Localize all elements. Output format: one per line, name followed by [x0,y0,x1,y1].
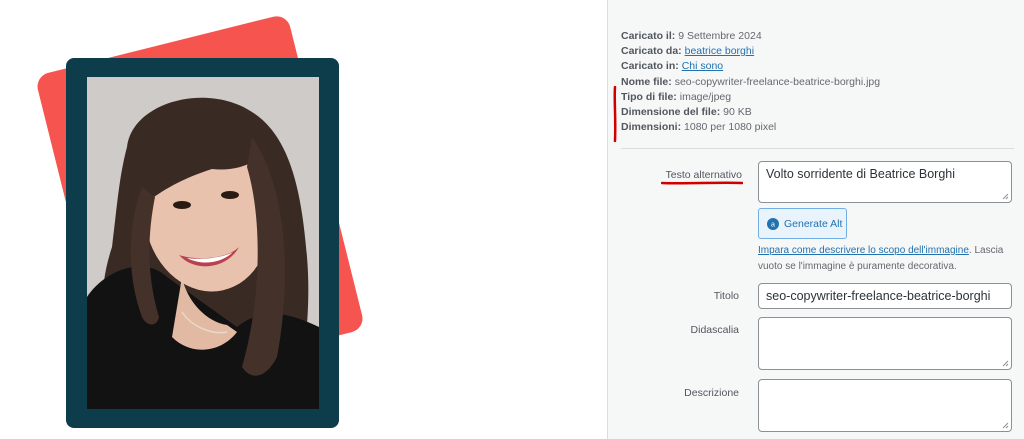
generate-alt-button[interactable]: a Generate Alt [758,208,847,239]
ai-badge-icon: a [767,217,779,230]
file-size-value: 90 KB [723,106,752,119]
alt-help-link[interactable]: Impara come descrivere lo scopo dell'imm… [758,245,969,256]
uploaded-to-label: Caricato in: [621,60,679,73]
annotation-underline [661,181,743,185]
file-type-value: image/jpeg [679,90,732,103]
title-label: Titolo [713,290,739,302]
alt-text-input[interactable]: Volto sorridente di Beatrice Borghi [758,161,1012,203]
attachment-details-panel: Caricato il: 9 Settembre 2024 Caricato d… [607,0,1024,439]
dimensions-label: Dimensioni: [621,121,682,134]
uploaded-on-row: Caricato il: 9 Settembre 2024 [621,29,880,44]
uploaded-to-link[interactable]: Chi sono [682,60,723,72]
title-input[interactable]: seo-copywriter-freelance-beatrice-borghi [758,283,1012,309]
dimensions-row: Dimensioni: 1080 per 1080 pixel [621,120,880,135]
description-label: Descrizione [684,387,739,399]
resize-grip-icon[interactable] [1002,422,1009,429]
file-type-row: Tipo di file: image/jpeg [621,90,880,105]
uploaded-to-row: Caricato in: Chi sono [621,59,880,74]
alt-help-text: Impara come descrivere lo scopo dell'imm… [758,243,1016,274]
uploaded-on-value: 9 Settembre 2024 [678,30,762,42]
file-size-row: Dimensione del file: 90 KB [621,105,880,120]
uploaded-by-row: Caricato da: beatrice borghi [621,44,880,59]
annotation-bracket [613,86,617,142]
image-preview-area [0,0,607,439]
dimensions-value: 1080 per 1080 pixel [684,121,777,134]
file-size-label: Dimensione del file: [621,106,721,119]
uploaded-on-label: Caricato il: [621,30,676,42]
file-meta: Caricato il: 9 Settembre 2024 Caricato d… [621,29,880,135]
alt-text-value: Volto sorridente di Beatrice Borghi [766,167,955,181]
file-name-label: Nome file: [621,75,672,88]
caption-label: Didascalia [690,324,739,336]
svg-text:a: a [771,221,775,228]
file-type-label: Tipo di file: [621,90,677,103]
attachment-photo [87,77,319,409]
caption-textarea[interactable] [758,317,1012,370]
portrait-illustration [87,77,319,409]
file-name-value: seo-copywriter-freelance-beatrice-borghi… [674,75,881,88]
title-value: seo-copywriter-freelance-beatrice-borghi [766,289,991,303]
file-name-row: Nome file: seo-copywriter-freelance-beat… [621,75,880,90]
alt-text-label: Testo alternativo [665,169,742,181]
uploaded-by-link[interactable]: beatrice borghi [685,45,754,57]
resize-grip-icon[interactable] [1002,193,1009,200]
section-divider [621,148,1014,149]
resize-grip-icon[interactable] [1002,360,1009,367]
generate-alt-label: Generate Alt [784,217,843,230]
description-textarea[interactable] [758,379,1012,432]
uploaded-by-label: Caricato da: [621,45,682,58]
